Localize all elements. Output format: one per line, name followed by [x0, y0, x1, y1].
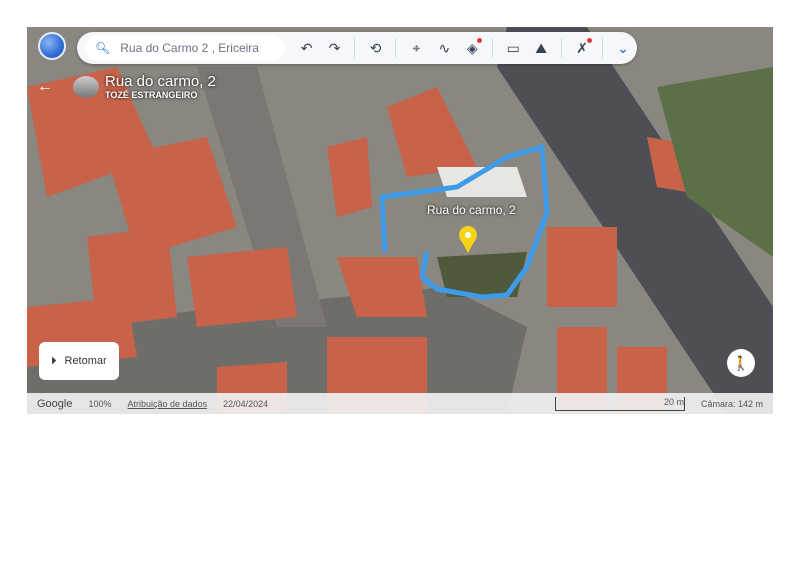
pegman-icon[interactable]: 🚶: [727, 349, 755, 377]
resume-button[interactable]: ⏵ Retomar: [39, 342, 119, 380]
resume-label: Retomar: [64, 355, 107, 367]
back-arrow-icon[interactable]: ←: [37, 78, 53, 96]
layers-glyph: ◈: [466, 39, 478, 56]
data-attribution-link[interactable]: Atribuição de dados: [128, 399, 208, 409]
imagery-date: 22/04/2024: [223, 398, 269, 409]
add-path-icon[interactable]: ∿: [430, 34, 458, 62]
redo-icon[interactable]: ↷: [321, 34, 349, 62]
history-icon[interactable]: ⟲: [361, 34, 389, 62]
add-placemark-icon[interactable]: ⌖: [402, 34, 430, 62]
place-subtitle: TOZÉ ESTRANGEIRO: [105, 90, 198, 100]
divider: [492, 38, 494, 58]
search-icon: 🔍︎: [95, 41, 111, 55]
divider: [561, 38, 563, 58]
search-input[interactable]: Rua do Carmo 2 , Ericeira: [120, 41, 259, 55]
google-logo: Google: [37, 397, 73, 410]
zoom-level: 100%: [88, 398, 112, 409]
search-box[interactable]: 🔍︎ Rua do Carmo 2 , Ericeira: [85, 35, 285, 61]
earth-logo[interactable]: [38, 32, 66, 60]
play-icon: ⏵: [51, 354, 57, 367]
chevron-down-icon[interactable]: ⌄: [609, 34, 637, 62]
place-thumbnail: [73, 75, 99, 98]
status-bar: Google 100% Atribuição de dados 22/04/20…: [27, 393, 773, 414]
divider: [602, 38, 604, 58]
pin-label: Rua do carmo, 2: [427, 203, 516, 217]
undo-icon[interactable]: ↶: [293, 34, 321, 62]
scale-bar: 20 m: [554, 396, 685, 411]
terrain-icon[interactable]: ⛰: [527, 34, 555, 62]
measure-icon[interactable]: ▭: [499, 34, 527, 62]
tools-icon[interactable]: ✗: [568, 34, 596, 62]
place-title: Rua do carmo, 2: [105, 73, 216, 90]
layers-icon[interactable]: ◈: [458, 34, 486, 62]
toolbar: 🔍︎ Rua do Carmo 2 , Ericeira ↶ ↷ ⟲ ⌖ ∿ ◈…: [77, 32, 637, 64]
camera-altitude: Câmara: 142 m: [700, 398, 763, 409]
tools-glyph: ✗: [576, 39, 588, 56]
map-view[interactable]: 🔍︎ Rua do Carmo 2 , Ericeira ↶ ↷ ⟲ ⌖ ∿ ◈…: [27, 27, 773, 414]
divider: [395, 38, 397, 58]
divider: [354, 38, 356, 58]
place-header: ← Rua do carmo, 2 TOZÉ ESTRANGEIRO: [37, 73, 216, 100]
